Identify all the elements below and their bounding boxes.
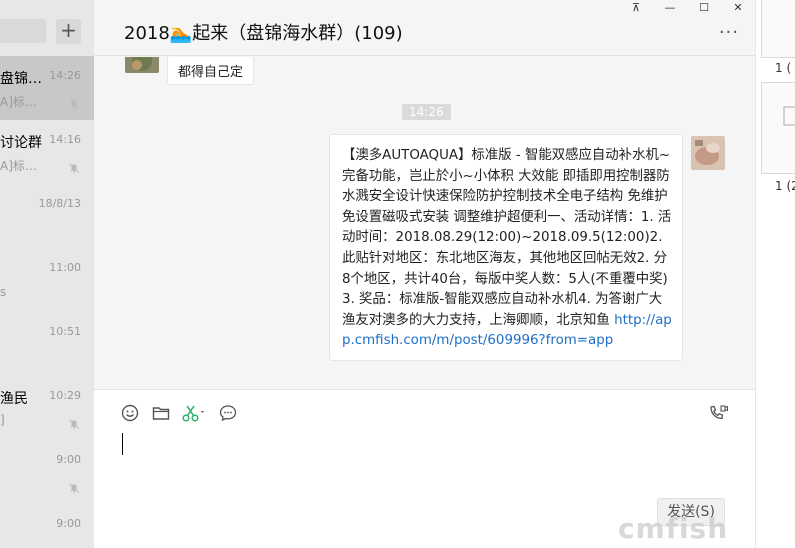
file-thumbnail[interactable]	[761, 82, 795, 174]
chat-name: 盘锦…	[0, 71, 42, 87]
side-panel: 1 ( 1 (2	[755, 0, 795, 548]
chat-history-icon[interactable]	[219, 404, 237, 422]
time-divider: 14:26	[402, 104, 451, 120]
file-thumbnail[interactable]	[761, 0, 795, 58]
more-options-button[interactable]: ···	[719, 22, 739, 43]
chat-panel: 2018🏊起来（盘锦海水群）(109) ··· ⊼ — ☐ ✕ 都得自己定 14…	[94, 0, 755, 548]
self-avatar[interactable]	[691, 136, 725, 170]
chat-list-item[interactable]: 10:51	[0, 312, 94, 376]
chat-name: 渔民	[0, 391, 28, 407]
file-label: 1 (	[775, 61, 792, 75]
window-controls: ⊼ — ☐ ✕	[619, 0, 755, 18]
chat-list-item[interactable]: 18/8/13	[0, 184, 94, 248]
chat-header: 2018🏊起来（盘锦海水群）(109) ··· ⊼ — ☐ ✕	[94, 0, 755, 56]
folder-icon[interactable]	[152, 404, 170, 422]
mute-bell-icon	[68, 415, 80, 430]
minimize-button[interactable]: —	[653, 0, 687, 18]
chat-list-item[interactable]: 渔民] 10:29	[0, 376, 94, 440]
chat-list-item[interactable]: 盘锦… A]标… 14:26	[0, 56, 94, 120]
text-caret	[122, 433, 123, 455]
chat-list-item[interactable]: 讨论群 A]标… 14:16	[0, 120, 94, 184]
chat-preview: s	[0, 285, 7, 299]
chat-preview: A]标…	[0, 95, 37, 109]
file-label: 1 (2	[775, 179, 795, 193]
close-button[interactable]: ✕	[721, 0, 755, 18]
chat-list-item[interactable]: 9:00	[0, 504, 94, 548]
chat-list: + 盘锦… A]标… 14:26 讨论群 A]标… 14:16 18/8/13 s 11:00 1…	[0, 0, 94, 548]
chat-list-item[interactable]: 9:00	[0, 440, 94, 504]
emoji-icon[interactable]	[121, 404, 139, 422]
chat-time: 14:16	[49, 133, 81, 146]
message-bubble[interactable]: 都得自己定	[167, 57, 255, 85]
mute-bell-icon	[68, 95, 80, 110]
watermark-logo: cmfish	[618, 512, 729, 545]
screenshot-scissors-icon[interactable]	[182, 404, 206, 422]
message-list[interactable]: 都得自己定 14:26 【澳多AUTOAQUA】标准版 - 智能双感应自动补水机…	[94, 57, 755, 389]
chat-name: 讨论群	[0, 135, 42, 151]
search-input[interactable]	[0, 19, 46, 43]
chat-time: 9:00	[56, 453, 81, 466]
message-text: 【澳多AUTOAQUA】标准版 - 智能双感应自动补水机~完备功能，岂止於小~小…	[342, 148, 672, 328]
pin-button[interactable]: ⊼	[619, 0, 653, 18]
message-bubble-self[interactable]: 【澳多AUTOAQUA】标准版 - 智能双感应自动补水机~完备功能，岂止於小~小…	[329, 134, 683, 361]
mute-bell-icon	[68, 159, 80, 174]
chat-list-item[interactable]: s 11:00	[0, 248, 94, 312]
chat-time: 9:00	[56, 517, 81, 530]
chat-preview: ]	[0, 413, 5, 427]
chat-preview: A]标…	[0, 159, 37, 173]
chat-time: 11:00	[49, 261, 81, 274]
mute-bell-icon	[68, 479, 80, 494]
sender-avatar[interactable]	[125, 57, 159, 73]
chat-time: 10:29	[49, 389, 81, 402]
call-icon[interactable]	[708, 404, 729, 422]
chat-time: 14:26	[49, 69, 81, 82]
add-chat-button[interactable]: +	[56, 19, 81, 44]
chat-title: 2018🏊起来（盘锦海水群）(109)	[124, 23, 403, 44]
chat-time: 10:51	[49, 325, 81, 338]
maximize-button[interactable]: ☐	[687, 0, 721, 18]
chat-time: 18/8/13	[38, 197, 81, 210]
